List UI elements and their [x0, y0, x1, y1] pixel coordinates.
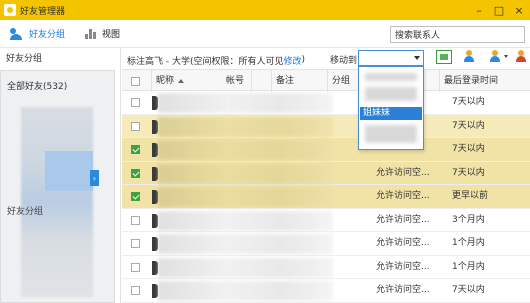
collapse-sidebar-button[interactable]: › — [90, 170, 99, 186]
row-checkbox[interactable] — [131, 121, 140, 131]
permission-cell: 允许访问空... — [376, 214, 430, 225]
window-title: 好友管理器 — [20, 6, 66, 17]
header-checkbox-cell — [122, 70, 152, 92]
manage-friend-icon[interactable] — [488, 50, 508, 64]
move-to-select[interactable] — [358, 50, 424, 66]
last-login-cell: 1个月内 — [452, 238, 485, 248]
row-checkbox[interactable] — [131, 145, 140, 154]
modify-permission-link[interactable]: 修改 — [283, 54, 301, 67]
column-header-account[interactable]: 帐号 — [222, 70, 272, 92]
select-all-checkbox[interactable] — [131, 77, 140, 86]
toolbar: 好友分组 视图 — [0, 20, 530, 48]
permission-cell: 允许访问空... — [376, 261, 430, 272]
table-row[interactable]: 允许访问空... 1个月内 — [122, 232, 530, 256]
table-row[interactable]: 7天以内 — [122, 91, 530, 115]
table-row[interactable]: 允许访问空... 7天以内 — [122, 161, 530, 185]
blurred-contact-info — [158, 234, 333, 254]
blurred-contact-info — [158, 210, 333, 231]
blurred-contact-info — [158, 257, 333, 278]
blurred-selected-group[interactable] — [45, 151, 93, 191]
row-checkbox[interactable] — [131, 239, 140, 248]
last-login-cell: 7天以内 — [452, 97, 485, 107]
window-controls: – □ × — [472, 3, 526, 17]
permission-cell: 允许访问空... — [376, 238, 430, 248]
close-icon[interactable]: × — [512, 3, 526, 17]
group-info-suffix: ) — [301, 55, 306, 65]
minimize-icon[interactable]: – — [472, 3, 486, 17]
table-header: 昵称 帐号 备注 分组 空间权限 最后登录时间 — [122, 69, 530, 92]
title-bar: 好友管理器 – □ × — [0, 0, 530, 20]
column-header-name-label: 昵称 — [156, 76, 175, 86]
group-list: 全部好友(532) 好友分组 › — [0, 70, 115, 303]
row-checkbox[interactable] — [131, 98, 140, 107]
tab-friend-groups[interactable]: 好友分组 — [0, 20, 75, 48]
export-excel-icon[interactable] — [436, 50, 452, 64]
column-header-remark[interactable]: 备注 — [272, 70, 328, 92]
blurred-contact-info — [158, 163, 333, 184]
sidebar-header: 好友分组 — [6, 54, 43, 64]
sidebar-item-all-friends[interactable]: 全部好友(532) — [1, 71, 114, 92]
maximize-icon[interactable]: □ — [492, 3, 506, 17]
sidebar: 好友分组 全部好友(532) 好友分组 › — [0, 48, 121, 303]
blurred-group-list — [21, 107, 93, 297]
table-row[interactable]: 允许访问空... 3个月内 — [122, 209, 530, 232]
search-input[interactable] — [390, 26, 525, 43]
column-header-last-login[interactable]: 最后登录时间 — [440, 70, 530, 92]
last-login-cell: 3个月内 — [452, 214, 485, 225]
last-login-cell: 1个月内 — [452, 261, 485, 272]
last-login-cell: 7天以内 — [452, 285, 485, 295]
table-row[interactable]: 允许访问空... 更早以前 — [122, 185, 530, 209]
row-checkbox[interactable] — [131, 192, 140, 201]
chart-icon — [85, 28, 97, 39]
app-icon — [4, 4, 16, 16]
sidebar-item-group[interactable]: 好友分组 — [7, 204, 43, 217]
row-checkbox[interactable] — [131, 262, 140, 272]
friends-table: 昵称 帐号 备注 分组 空间权限 最后登录时间 7天以内7天以内7天以内允许访问… — [122, 69, 530, 303]
table-row[interactable]: 7天以内 — [122, 114, 530, 138]
dropdown-item-selected[interactable]: 姐妹妹 — [360, 107, 422, 120]
permission-cell: 允许访问空... — [376, 191, 430, 201]
permission-cell: 允许访问空... — [376, 285, 430, 295]
move-to-label: 移动到 — [330, 56, 358, 66]
row-checkbox[interactable] — [131, 168, 140, 178]
group-info-text: 标注高飞 - 大学(空间权限：所有人可见 — [127, 56, 284, 67]
tab-friend-groups-label: 好友分组 — [29, 30, 66, 40]
sort-asc-icon — [178, 78, 185, 83]
move-to-dropdown: 姐妹妹 — [358, 66, 424, 150]
caret-down-icon — [504, 55, 508, 58]
dropdown-item[interactable] — [365, 87, 417, 101]
table-row[interactable]: 7天以内 — [122, 138, 530, 162]
row-checkbox[interactable] — [131, 286, 140, 295]
tab-view[interactable]: 视图 — [75, 20, 130, 48]
group-info: 标注高飞 - 大学(空间权限：所有人可见 修改 ) — [127, 52, 305, 68]
permission-cell: 允许访问空... — [376, 167, 430, 178]
last-login-cell: 7天以内 — [452, 167, 485, 178]
row-checkbox[interactable] — [131, 215, 140, 225]
table-body: 7天以内 7天以内 7天以内 允许访问空... 7天以内 允许访问空... 更早以前 允许访问… — [122, 91, 530, 303]
action-icons — [436, 50, 530, 64]
add-friend-icon[interactable] — [462, 50, 478, 64]
table-row[interactable]: 允许访问空... 7天以内 — [122, 279, 530, 303]
tab-view-label: 视图 — [102, 30, 121, 40]
blurred-contact-info — [158, 187, 333, 207]
friends-icon — [10, 27, 24, 40]
blurred-contact-info — [158, 116, 333, 137]
dropdown-item[interactable] — [365, 73, 417, 81]
blurred-contact-info — [158, 281, 333, 301]
delete-friend-icon[interactable] — [514, 50, 530, 64]
blurred-contact-info — [158, 93, 333, 113]
blurred-contact-info — [158, 140, 333, 160]
last-login-cell: 7天以内 — [452, 120, 485, 131]
last-login-cell: 7天以内 — [452, 144, 485, 154]
chevron-down-icon — [414, 56, 420, 60]
table-row[interactable]: 允许访问空... 1个月内 — [122, 256, 530, 279]
last-login-cell: 更早以前 — [452, 191, 489, 201]
dropdown-item[interactable] — [365, 125, 417, 143]
